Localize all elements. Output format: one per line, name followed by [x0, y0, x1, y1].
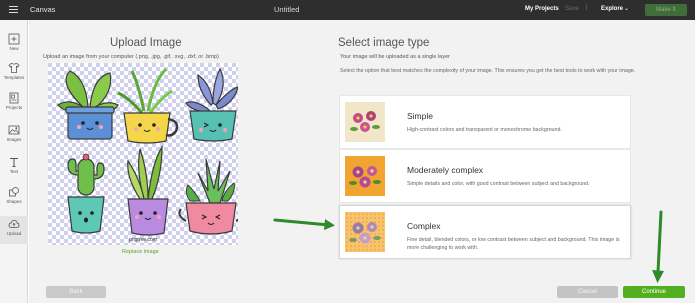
text-icon	[10, 158, 18, 167]
option-title: Moderately complex	[407, 165, 484, 175]
option-description: High-contrast colors and transparent or …	[407, 127, 562, 133]
separator: |	[586, 5, 588, 11]
upload-description: Upload an image from your computer (.png…	[43, 54, 219, 60]
complex-thumbnail	[345, 212, 385, 252]
upload-icon	[8, 220, 20, 228]
simple-thumbnail	[345, 102, 385, 142]
top-bar: Canvas Untitled My Projects Save | Explo…	[0, 0, 695, 20]
rail-label: New	[9, 46, 19, 51]
images-icon	[8, 125, 20, 135]
explore-menu[interactable]: Explore	[601, 6, 623, 12]
select-type-heading: Select image type	[338, 37, 430, 49]
upload-heading: Upload Image	[110, 37, 182, 49]
cancel-button[interactable]: Cancel	[557, 286, 618, 298]
option-complex[interactable]: Complex Fine detail, blended colors, or …	[339, 205, 631, 259]
shirt-icon	[8, 63, 20, 73]
option-title: Complex	[407, 221, 441, 231]
uploaded-image-preview: pngtree.com	[48, 63, 238, 245]
rail-label: Shapes	[6, 199, 22, 204]
rail-item-images[interactable]: Images	[0, 122, 28, 150]
rail-item-templates[interactable]: Templates	[0, 60, 28, 88]
replace-image-link[interactable]: Replace image	[122, 249, 159, 255]
make-it-button[interactable]: Make It	[645, 4, 687, 16]
rail-label: Upload	[6, 231, 22, 236]
rail-label: Text	[9, 169, 19, 174]
rail-item-upload[interactable]: Upload	[0, 216, 28, 244]
document-title: Untitled	[274, 5, 300, 14]
hamburger-menu-icon[interactable]	[9, 6, 18, 15]
projects-icon	[9, 92, 19, 104]
option-simple[interactable]: Simple High-contrast colors and transpar…	[339, 95, 631, 149]
rail-label: Projects	[5, 105, 23, 110]
rail-item-text[interactable]: Text	[0, 154, 28, 182]
select-instructions: Select the option that best matches the …	[340, 68, 636, 74]
rail-item-new[interactable]: New	[0, 31, 28, 59]
option-moderately-complex[interactable]: Moderately complex Simple details and co…	[339, 149, 631, 203]
option-description: Simple details and color, with good cont…	[407, 181, 590, 187]
tool-rail: New Templates Projects Images Text Shape…	[0, 20, 28, 303]
rail-label: Templates	[3, 75, 25, 80]
plus-icon	[8, 33, 20, 45]
chevron-down-icon[interactable]: ⌄	[624, 5, 629, 12]
option-title: Simple	[407, 111, 433, 121]
save-button[interactable]: Save	[565, 6, 579, 12]
rail-item-shapes[interactable]: Shapes	[0, 184, 28, 212]
back-button[interactable]: Back	[46, 286, 106, 298]
option-description: Fine detail, blended colors, or low cont…	[407, 237, 620, 251]
moderately-complex-thumbnail	[345, 156, 385, 196]
shapes-icon	[9, 187, 19, 197]
green-arrow-right-icon	[273, 218, 335, 230]
my-projects-link[interactable]: My Projects	[525, 6, 559, 12]
continue-button[interactable]: Continue	[623, 286, 685, 298]
rail-item-projects[interactable]: Projects	[0, 90, 28, 118]
app-name: Canvas	[30, 5, 56, 14]
select-subheading: Your image will be uploaded as a single …	[340, 54, 450, 60]
image-watermark: pngtree.com	[129, 237, 157, 243]
rail-label: Images	[6, 137, 22, 142]
green-arrow-down-icon	[652, 210, 664, 283]
